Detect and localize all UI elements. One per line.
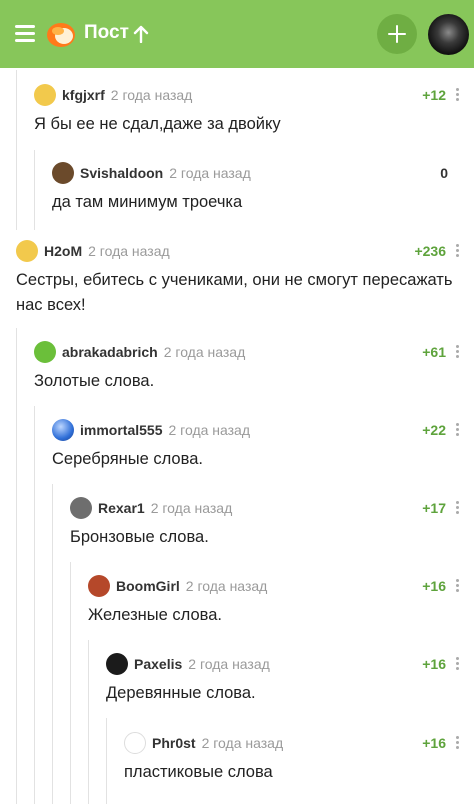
comment-text: Деревянные слова.	[106, 684, 256, 702]
comment-time: 2 года назад	[185, 578, 268, 594]
app-header: Пост	[0, 0, 474, 68]
avatar[interactable]	[70, 497, 92, 519]
more-icon[interactable]	[456, 345, 459, 359]
thread-line[interactable]	[34, 406, 35, 804]
comment-author[interactable]: Rexar1 2 года назад	[98, 500, 232, 516]
more-icon[interactable]	[456, 88, 459, 102]
comment-time: 2 года назад	[168, 422, 251, 438]
comment: abrakadabrich 2 года назад +61 Золотые сл…	[34, 341, 474, 390]
comment: Paxelis 2 года назад +16 Деревянные слова…	[106, 653, 474, 702]
comment-rating: +16	[422, 656, 446, 672]
comment-time: 2 года назад	[110, 87, 193, 103]
arrow-up-icon[interactable]	[133, 25, 149, 43]
comment: kfgjxrf 2 года назад +12 Я бы ее не сдал,…	[34, 84, 474, 133]
comment: Rexar1 2 года назад +17 Бронзовые слова.	[70, 497, 474, 546]
comment-rating: +61	[422, 344, 446, 360]
thread-line[interactable]	[70, 562, 71, 804]
comment-author[interactable]: Svishaldoon 2 года назад	[80, 165, 251, 181]
comment-time: 2 года назад	[88, 243, 170, 259]
comment-author[interactable]: immortal555 2 года назад	[80, 422, 250, 438]
comment-rating: +16	[422, 735, 446, 751]
comment-text: пластиковые слова	[124, 763, 273, 781]
avatar[interactable]	[88, 575, 110, 597]
comment-text: Золотые слова.	[34, 372, 155, 390]
comment-author[interactable]: kfgjxrf 2 года назад	[62, 87, 192, 103]
comment-author[interactable]: abrakadabrich 2 года назад	[62, 344, 245, 360]
more-icon[interactable]	[456, 579, 459, 593]
menu-icon[interactable]	[15, 25, 35, 43]
comment-text: Серебряные слова.	[52, 450, 203, 468]
more-icon[interactable]	[456, 736, 459, 750]
comment-time: 2 года назад	[201, 735, 284, 751]
avatar[interactable]	[52, 419, 74, 441]
avatar[interactable]	[34, 84, 56, 106]
comment-time: 2 года назад	[150, 500, 233, 516]
avatar[interactable]	[52, 162, 74, 184]
comment: Phr0st 2 года назад +16 пластиковые слова	[124, 732, 474, 781]
thread-line[interactable]	[52, 484, 53, 804]
comment: immortal555 2 года назад +22 Серебряные с…	[52, 419, 474, 468]
comment: H2oM 2 года назад +236 Сестры, ебитесь с …	[16, 240, 474, 314]
comment-text: да там минимум троечка	[52, 193, 243, 211]
avatar[interactable]	[124, 732, 146, 754]
comment-rating: +236	[414, 243, 446, 259]
more-icon[interactable]	[456, 501, 459, 515]
thread-line[interactable]	[16, 328, 17, 804]
user-avatar[interactable]	[428, 14, 469, 55]
thread-line[interactable]	[34, 150, 35, 230]
more-icon[interactable]	[456, 244, 459, 258]
more-icon[interactable]	[456, 657, 459, 671]
comment-rating: 0	[440, 165, 448, 181]
comment: BoomGirl 2 года назад +16 Железные слова.	[88, 575, 474, 624]
comment-text: Сестры, ебитесь с учениками, они не смог…	[16, 271, 453, 314]
comment-rating: +22	[422, 422, 446, 438]
avatar[interactable]	[16, 240, 38, 262]
comment-rating: +16	[422, 578, 446, 594]
avatar[interactable]	[34, 341, 56, 363]
thread-line[interactable]	[88, 640, 89, 804]
add-post-button[interactable]	[377, 14, 417, 54]
comment-text: Железные слова.	[88, 606, 222, 624]
comment-author[interactable]: H2oM 2 года назад	[44, 243, 170, 259]
comment-time: 2 года назад	[188, 656, 270, 672]
thread-line[interactable]	[106, 718, 107, 804]
comment-text: Бронзовые слова.	[70, 528, 209, 546]
comment-author[interactable]: Phr0st 2 года назад	[152, 735, 283, 751]
comment-author[interactable]: Paxelis 2 года назад	[134, 656, 270, 672]
page-title: Пост	[84, 22, 129, 43]
logo-icon[interactable]	[44, 18, 76, 50]
comment-text: Я бы ее не сдал,даже за двойку	[34, 115, 281, 133]
thread-line[interactable]	[16, 70, 17, 230]
comment-author[interactable]: BoomGirl 2 года назад	[116, 578, 267, 594]
comment-rating: +17	[422, 500, 446, 516]
more-icon[interactable]	[456, 423, 459, 437]
avatar[interactable]	[106, 653, 128, 675]
comment-time: 2 года назад	[169, 165, 251, 181]
comment-time: 2 года назад	[163, 344, 246, 360]
comment-rating: +12	[422, 87, 446, 103]
comment: Svishaldoon 2 года назад 0 да там минимум…	[52, 162, 474, 211]
